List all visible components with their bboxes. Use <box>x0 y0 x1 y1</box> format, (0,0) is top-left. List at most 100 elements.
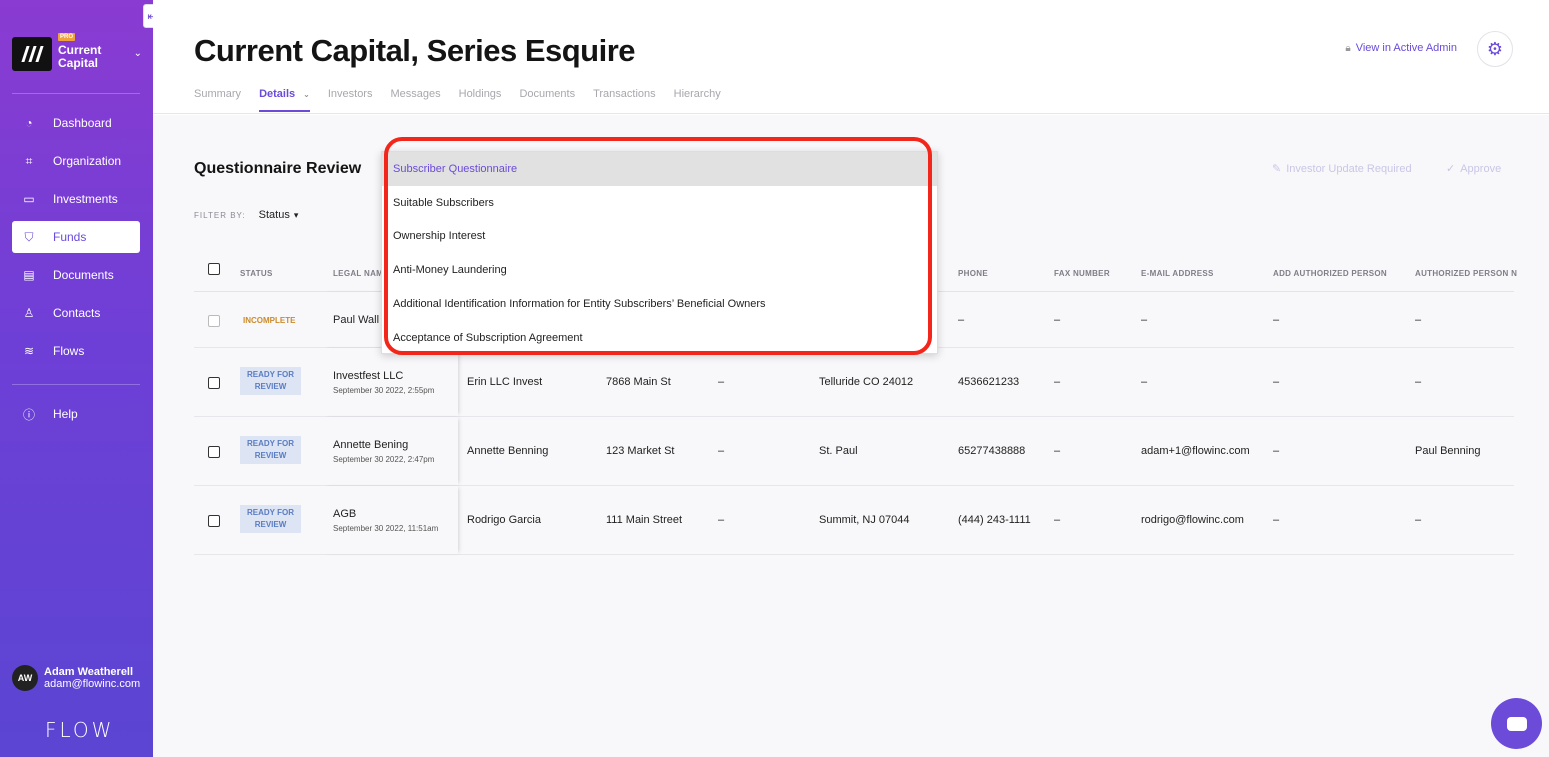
select-all-checkbox[interactable] <box>208 263 220 275</box>
table-row[interactable]: READY FOR REVIEW AGB September 30 2022, … <box>194 486 1514 555</box>
status-filter-dropdown[interactable]: Status ▾ <box>259 209 299 221</box>
flow-logo: FLOW <box>45 718 115 742</box>
sidebar-item-label: Organization <box>53 154 122 168</box>
sidebar-item-flows[interactable]: ≋ Flows <box>12 335 140 367</box>
sidebar-item-organization[interactable]: ⌗ Organization <box>12 145 140 177</box>
sidebar-item-investments[interactable]: ▭ Investments <box>12 183 140 215</box>
user-profile[interactable]: AW Adam Weatherell adam@flowinc.com <box>12 665 140 691</box>
email-cell: – <box>1141 376 1148 388</box>
cell: 123 Market St <box>606 445 675 457</box>
dropdown-option-anti-money-laundering[interactable]: Anti-Money Laundering <box>382 253 937 287</box>
dropdown-option-suitable-subscribers[interactable]: Suitable Subscribers <box>382 186 937 220</box>
column-header-add-authorized[interactable]: ADD AUTHORIZED PERSON <box>1273 269 1387 278</box>
authorized-cell: – <box>1415 314 1422 326</box>
briefcase-icon: ▭ <box>23 192 35 206</box>
questionnaire-section-dropdown: Subscriber Questionnaire Suitable Subscr… <box>381 151 938 354</box>
tab-bar: Summary Details ⌄ Investors Messages Hold… <box>194 88 739 112</box>
document-icon: ▤ <box>23 268 35 282</box>
dropdown-option-ownership-interest[interactable]: Ownership Interest <box>382 220 937 254</box>
action-label: Investor Update Required <box>1286 162 1412 175</box>
sidebar-item-dashboard[interactable]: ◔ Dashboard <box>12 107 140 139</box>
filter-bar: FILTER BY: Status ▾ <box>194 209 298 221</box>
column-header-fax[interactable]: FAX NUMBER <box>1054 269 1110 278</box>
dropdown-option-additional-identification[interactable]: Additional Identification Information fo… <box>382 287 937 321</box>
tab-investors[interactable]: Investors <box>328 88 373 112</box>
approve-button[interactable]: ✓ Approve <box>1446 162 1502 176</box>
sidebar-item-contacts[interactable]: ♙ Contacts <box>12 297 140 329</box>
avatar: AW <box>12 665 38 691</box>
pro-badge: PRO <box>58 32 76 41</box>
sidebar-divider <box>12 384 140 385</box>
sidebar-item-label: Investments <box>53 192 118 206</box>
authorized-cell: Paul Benning <box>1415 445 1481 457</box>
tab-details[interactable]: Details ⌄ <box>259 88 310 112</box>
fax-cell: – <box>1054 314 1061 326</box>
sidebar-item-documents[interactable]: ▤ Documents <box>12 259 140 291</box>
sidebar-divider <box>12 93 140 94</box>
chevron-down-icon[interactable]: ⌄ <box>134 48 142 59</box>
column-header-authorized[interactable]: AUTHORIZED PERSON N <box>1415 269 1517 278</box>
row-checkbox[interactable] <box>208 315 220 327</box>
chat-button[interactable] <box>1491 698 1542 749</box>
user-name: Adam Weatherell <box>44 666 134 678</box>
add-authorized-cell: – <box>1273 314 1280 326</box>
gear-icon: ⚙ <box>1486 38 1504 59</box>
cell: 7868 Main St <box>606 376 671 388</box>
cell: Telluride CO 24012 <box>819 376 914 388</box>
action-label: Approve <box>1460 162 1502 175</box>
phone-cell: 4536621233 <box>958 376 1020 388</box>
sidebar-item-label: Funds <box>53 230 87 244</box>
column-header-email[interactable]: E-MAIL ADDRESS <box>1141 269 1214 278</box>
org-name-line1: Current <box>58 42 102 57</box>
table-row[interactable]: READY FOR REVIEW Annette Bening Septembe… <box>194 417 1514 486</box>
investor-update-required-button[interactable]: ✎ Investor Update Required <box>1272 162 1412 176</box>
cell: – <box>718 376 725 388</box>
org-switcher[interactable]: PRO Current Capital ⌄ <box>12 32 142 72</box>
column-header-status[interactable]: STATUS <box>240 269 273 278</box>
status-badge: INCOMPLETE <box>243 316 296 325</box>
table-row[interactable]: READY FOR REVIEW Investfest LLC Septembe… <box>194 348 1514 417</box>
sidebar-item-label: Flows <box>53 344 85 358</box>
tab-holdings[interactable]: Holdings <box>459 88 502 112</box>
page-title: Current Capital, Series Esquire <box>194 33 636 68</box>
legal-name[interactable]: Annette Bening <box>333 439 408 451</box>
phone-cell: (444) 243-1111 <box>958 514 1031 526</box>
sidebar-item-label: Documents <box>53 268 114 282</box>
page-header: Current Capital, Series Esquire Summary … <box>153 0 1549 114</box>
tab-documents[interactable]: Documents <box>519 88 575 112</box>
row-checkbox[interactable] <box>208 377 220 389</box>
sidebar-item-help[interactable]: ⓘ Help <box>12 398 140 430</box>
add-authorized-cell: – <box>1273 445 1280 457</box>
legal-name-cell: AGB September 30 2022, 11:51am <box>322 486 458 554</box>
tab-hierarchy[interactable]: Hierarchy <box>674 88 721 112</box>
legal-name[interactable]: AGB <box>333 508 356 520</box>
help-icon: ⓘ <box>22 407 35 422</box>
legal-name[interactable]: Investfest LLC <box>333 370 403 382</box>
sidebar-item-label: Contacts <box>53 306 101 320</box>
dropdown-option-acceptance-of-subscription[interactable]: Acceptance of Subscription Agreement <box>382 321 937 355</box>
legal-name-cell: Investfest LLC September 30 2022, 2:55pm <box>322 348 458 416</box>
legal-name[interactable]: Paul Wall <box>333 314 379 326</box>
settings-button[interactable]: ⚙ <box>1477 31 1513 67</box>
add-authorized-cell: – <box>1273 514 1280 526</box>
tab-messages[interactable]: Messages <box>390 88 440 112</box>
tab-summary[interactable]: Summary <box>194 88 241 112</box>
row-checkbox[interactable] <box>208 446 220 458</box>
tab-transactions[interactable]: Transactions <box>593 88 656 112</box>
tab-label: Details <box>259 88 296 100</box>
dropdown-option-subscriber-questionnaire[interactable]: Subscriber Questionnaire <box>382 152 937 186</box>
submitted-date: September 30 2022, 11:51am <box>333 524 439 533</box>
submitted-date: September 30 2022, 2:47pm <box>333 455 435 464</box>
sidebar-nav: ◔ Dashboard ⌗ Organization ▭ Investments… <box>12 107 140 373</box>
filter-label: FILTER BY: <box>194 210 246 220</box>
sidebar-item-label: Dashboard <box>53 116 112 130</box>
email-cell: adam+1@flowinc.com <box>1141 445 1250 457</box>
column-header-phone[interactable]: PHONE <box>958 269 988 278</box>
fax-cell: – <box>1054 376 1061 388</box>
view-in-active-admin-link[interactable]: 🔒︎ View in Active Admin <box>1345 42 1457 54</box>
column-header-legal-name[interactable]: LEGAL NAM <box>333 269 383 278</box>
lock-icon: 🔒︎ <box>1345 42 1351 54</box>
sidebar-item-funds[interactable]: ⛉ Funds <box>12 221 140 253</box>
edit-icon: ✎ <box>1272 163 1282 175</box>
row-checkbox[interactable] <box>208 515 220 527</box>
